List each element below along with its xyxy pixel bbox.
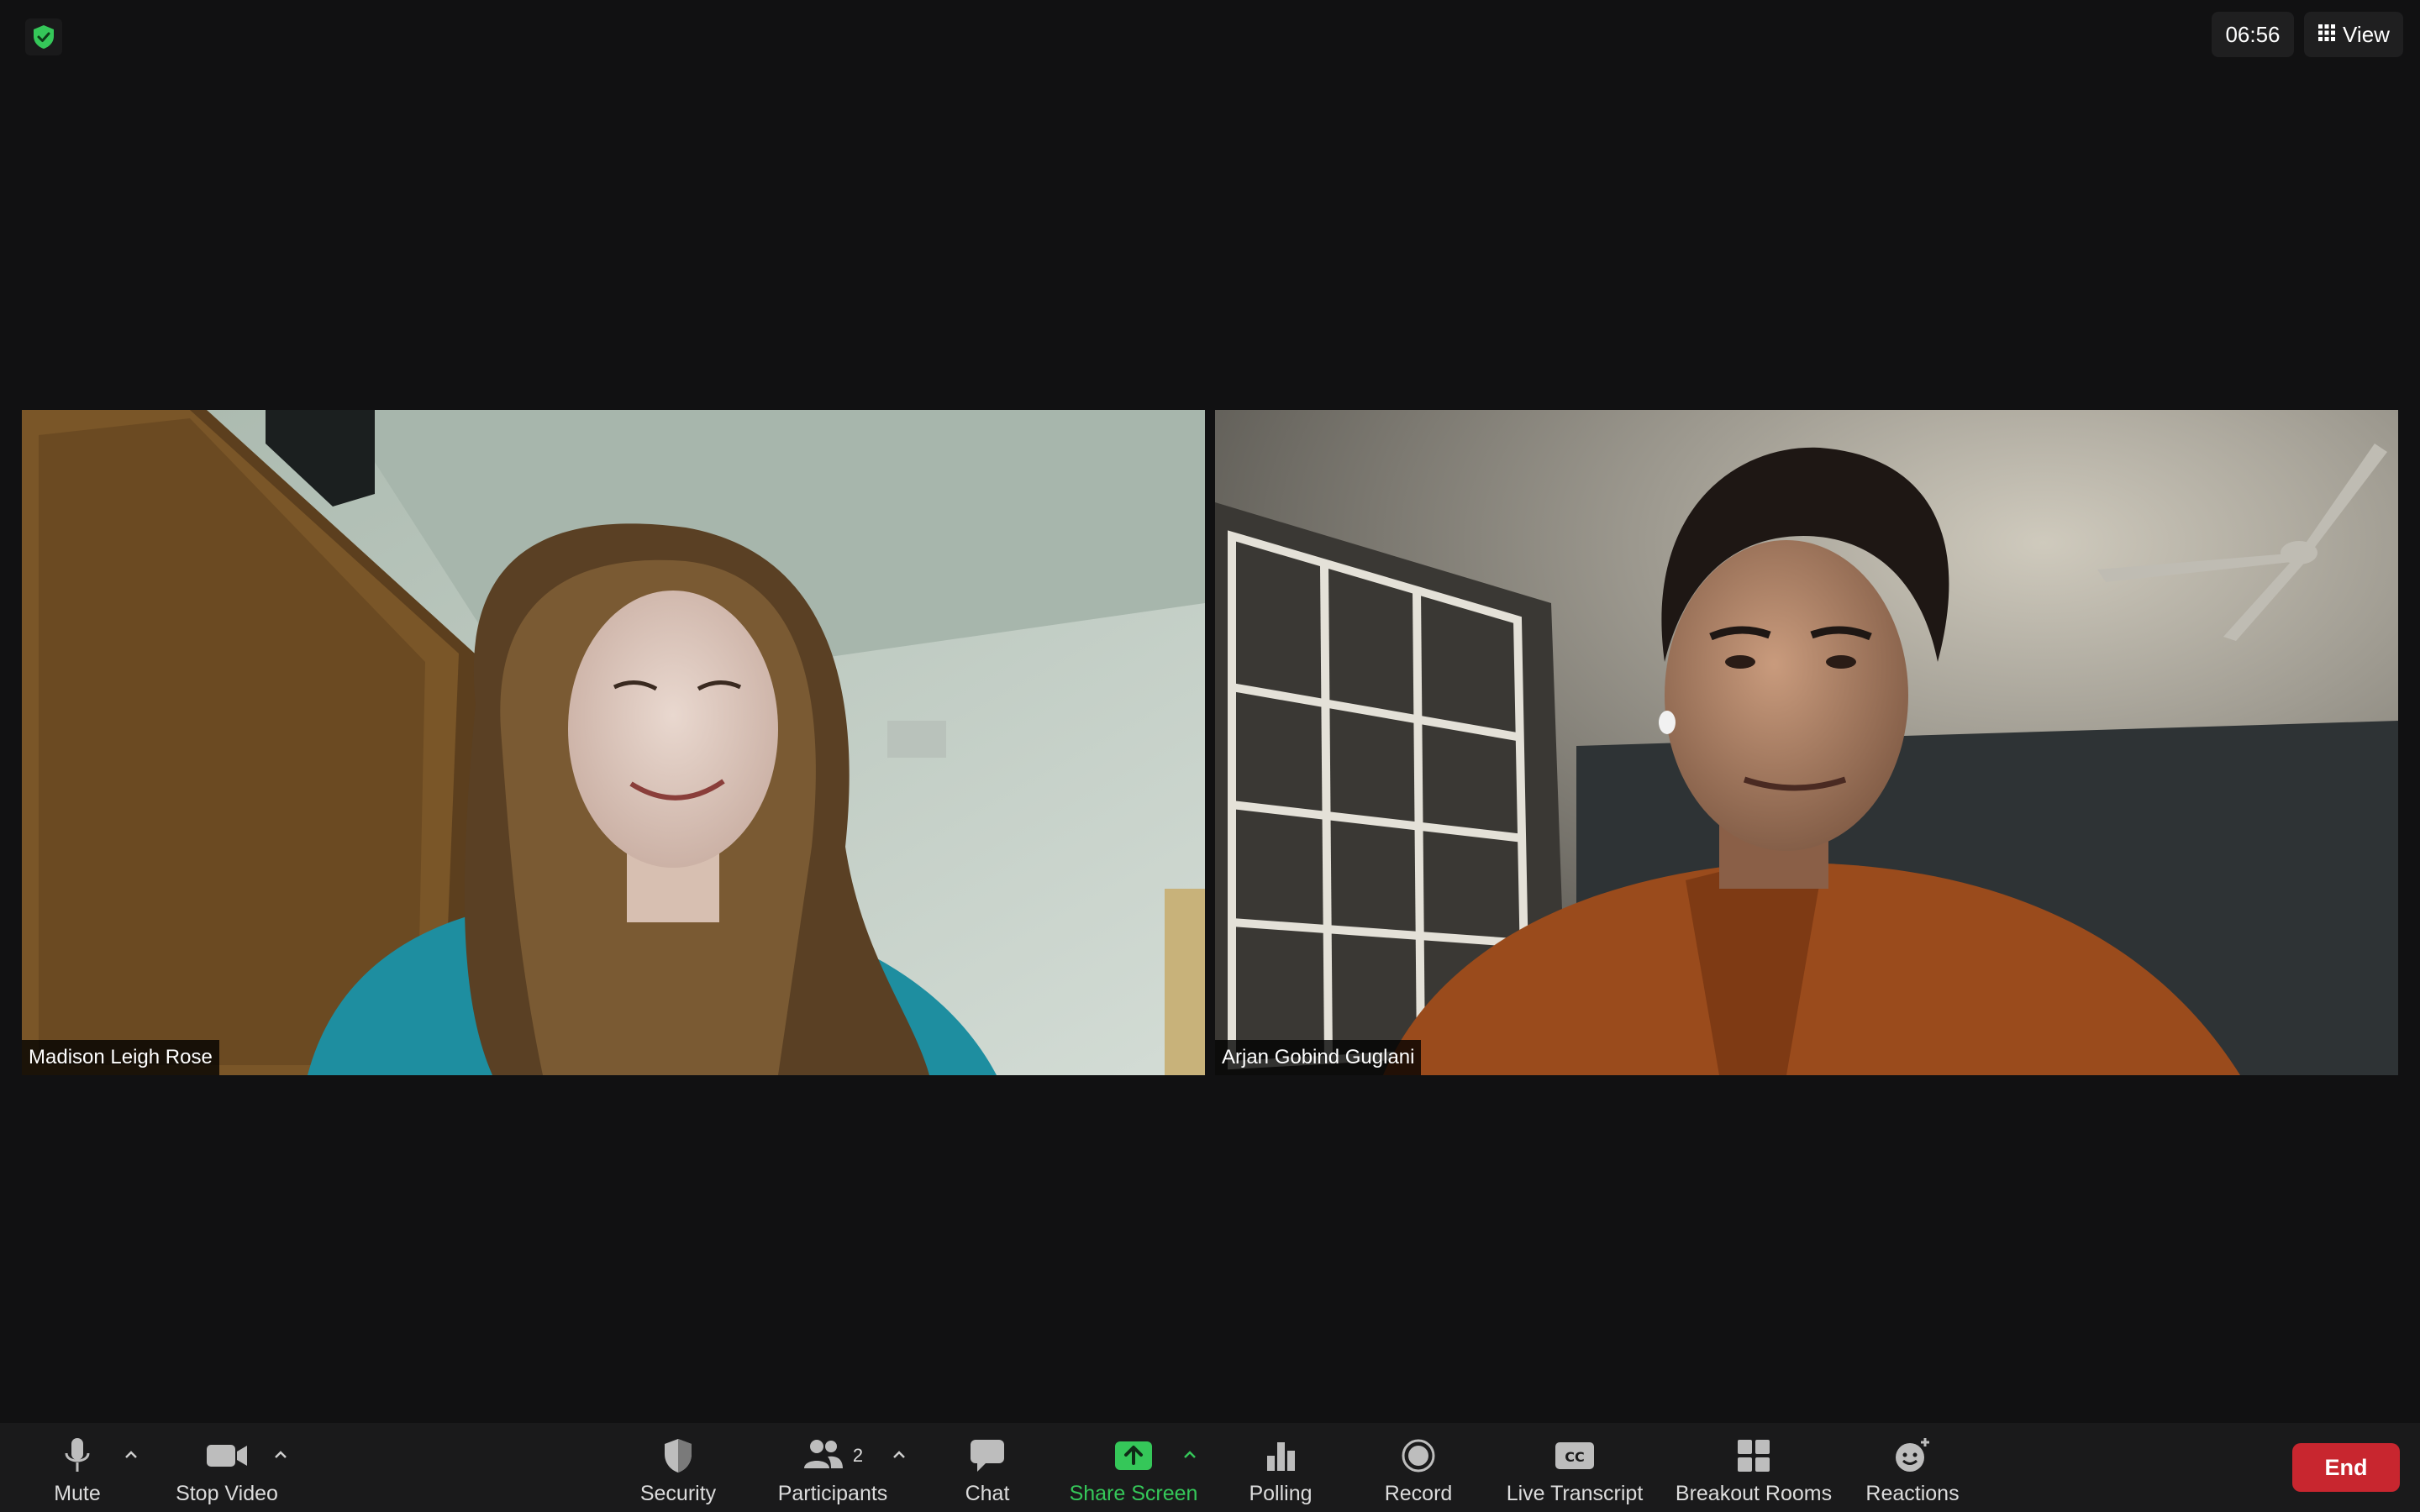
share-screen-button[interactable]: Share Screen: [1065, 1423, 1202, 1512]
share-screen-label: Share Screen: [1069, 1482, 1198, 1505]
participants-count: 2: [852, 1445, 864, 1466]
grid-icon: [2317, 22, 2336, 48]
stop-video-button[interactable]: Stop Video: [165, 1423, 289, 1512]
cc-icon: CC: [1554, 1435, 1596, 1477]
video-tile-participant-2[interactable]: Arjan Gobind Guglani: [1215, 410, 2398, 1075]
participant-video-feed: [22, 410, 1205, 1075]
reactions-button[interactable]: Reactions: [1862, 1423, 1963, 1512]
participants-options-caret[interactable]: [887, 1443, 911, 1467]
share-options-caret[interactable]: [1178, 1443, 1202, 1467]
record-button[interactable]: Record: [1375, 1423, 1462, 1512]
record-icon: [1401, 1435, 1436, 1477]
video-tile-participant-1[interactable]: Madison Leigh Rose: [22, 410, 1205, 1075]
participant-video-feed: [1215, 410, 2398, 1075]
security-button[interactable]: Security: [632, 1423, 724, 1512]
live-transcript-label: Live Transcript: [1506, 1482, 1644, 1505]
participants-label: Participants: [777, 1482, 888, 1505]
participant-name-label: Arjan Gobind Guglani: [1215, 1040, 1422, 1075]
speech-bubble-icon: [969, 1435, 1006, 1477]
record-label: Record: [1384, 1482, 1453, 1505]
security-label: Security: [639, 1482, 717, 1505]
camera-icon: [205, 1435, 249, 1477]
encryption-shield-icon[interactable]: [25, 18, 62, 55]
participant-name-label: Madison Leigh Rose: [22, 1040, 219, 1075]
smiley-plus-icon: [1893, 1435, 1932, 1477]
polling-label: Polling: [1249, 1482, 1313, 1505]
chat-label: Chat: [965, 1482, 1010, 1505]
shield-icon: [661, 1435, 695, 1477]
bar-chart-icon: [1264, 1435, 1297, 1477]
grid-squares-icon: [1736, 1435, 1771, 1477]
svg-text:CC: CC: [1565, 1449, 1584, 1465]
mute-button[interactable]: Mute: [34, 1423, 121, 1512]
meeting-toolbar: Mute Stop Video Security 2 Participants …: [0, 1423, 2420, 1512]
zoom-meeting-window: 06:56 View Madison Leigh Rose Arjan Gobi…: [0, 0, 2420, 1512]
live-transcript-button[interactable]: CC Live Transcript: [1501, 1423, 1649, 1512]
participants-icon-group: 2: [802, 1435, 863, 1477]
polling-button[interactable]: Polling: [1237, 1423, 1324, 1512]
share-arrow-icon: [1113, 1435, 1154, 1477]
microphone-icon: [63, 1435, 92, 1477]
breakout-rooms-button[interactable]: Breakout Rooms: [1674, 1423, 1833, 1512]
view-label: View: [2343, 21, 2390, 47]
end-meeting-button[interactable]: End: [2292, 1443, 2400, 1492]
meeting-timer: 06:56: [2212, 12, 2294, 57]
view-button[interactable]: View: [2304, 12, 2403, 57]
mute-label: Mute: [54, 1482, 101, 1505]
participants-button[interactable]: 2 Participants: [771, 1423, 894, 1512]
stop-video-label: Stop Video: [176, 1482, 278, 1505]
audio-options-caret[interactable]: [119, 1443, 143, 1467]
chat-button[interactable]: Chat: [950, 1423, 1025, 1512]
people-icon: [802, 1438, 844, 1474]
breakout-rooms-label: Breakout Rooms: [1675, 1482, 1833, 1505]
video-options-caret[interactable]: [269, 1443, 292, 1467]
reactions-label: Reactions: [1865, 1482, 1960, 1505]
